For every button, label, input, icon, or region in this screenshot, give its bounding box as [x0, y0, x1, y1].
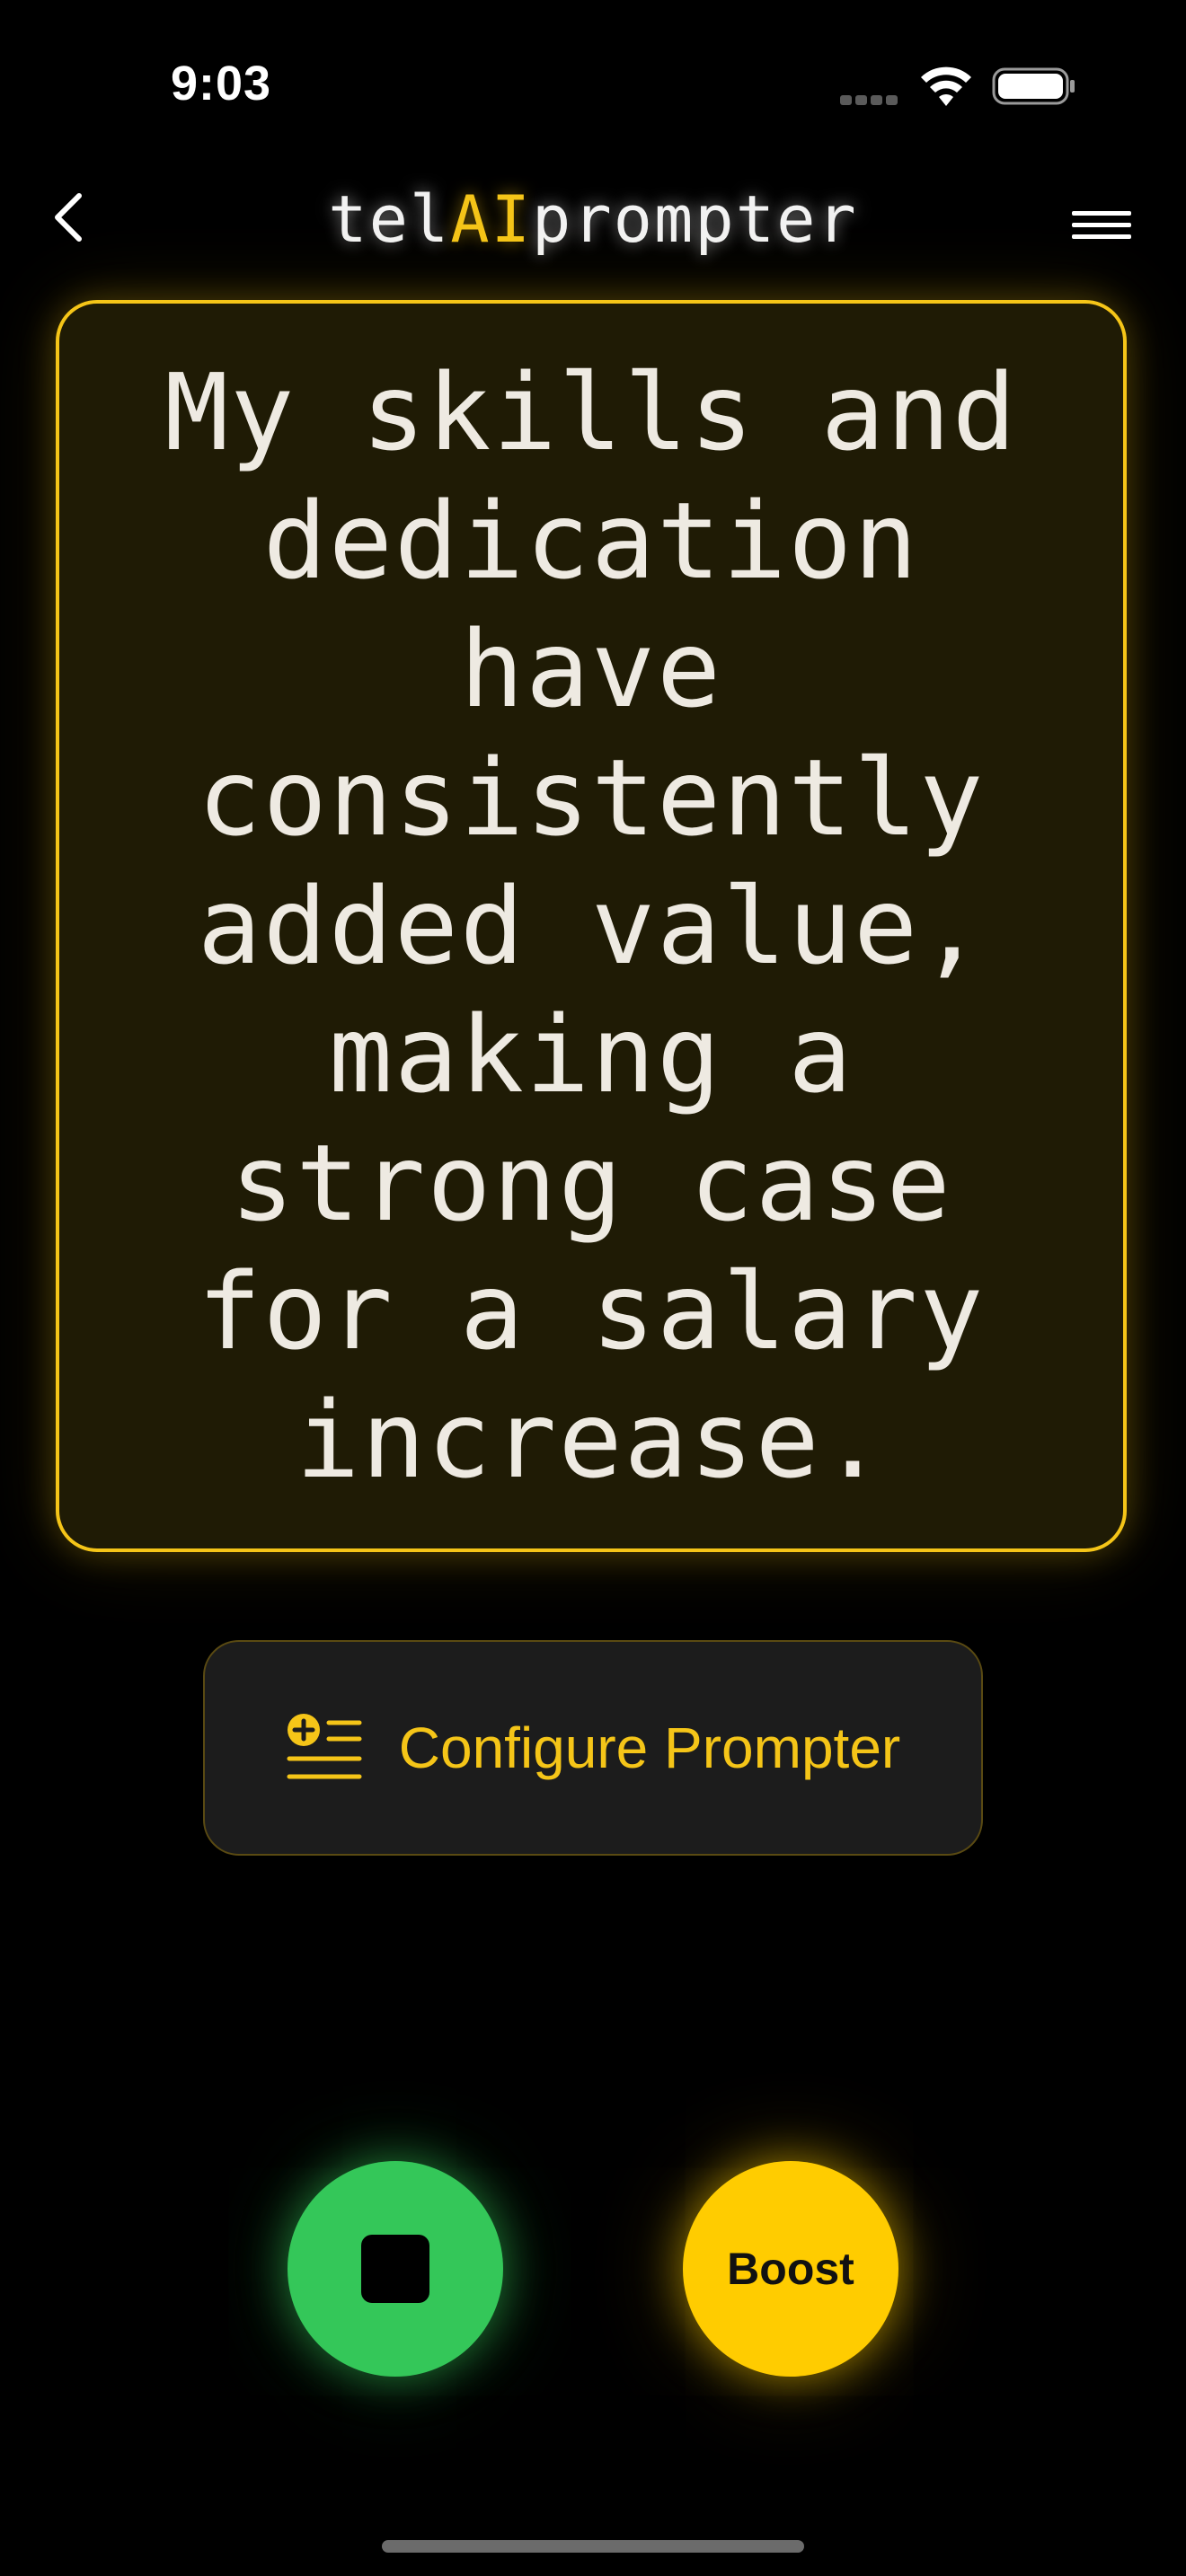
nav-bar: telAIprompter: [0, 171, 1186, 269]
signal-dots-icon: [840, 93, 903, 105]
boost-button[interactable]: Boost: [683, 2161, 898, 2377]
wifi-icon: [921, 66, 971, 106]
configure-prompter-button[interactable]: Configure Prompter: [203, 1640, 983, 1856]
prompter-text: My skills and dedication have consistent…: [164, 349, 1018, 1502]
hamburger-menu-icon[interactable]: [1066, 198, 1137, 251]
prompter-panel: My skills and dedication have consistent…: [56, 300, 1127, 1552]
app-title: telAIprompter: [0, 181, 1186, 257]
status-time: 9:03: [171, 57, 272, 110]
status-bar: 9:03: [0, 0, 1186, 162]
boost-label: Boost: [727, 2244, 854, 2294]
stop-button[interactable]: [288, 2161, 503, 2377]
app-title-suffix: prompter: [531, 181, 858, 257]
battery-icon: [992, 67, 1075, 105]
home-indicator[interactable]: [382, 2540, 804, 2553]
list-add-icon: [287, 1714, 362, 1779]
app-title-accent: AI: [450, 181, 532, 257]
app-title-prefix: tel: [328, 181, 451, 257]
stop-icon: [361, 2235, 429, 2303]
configure-prompter-label: Configure Prompter: [398, 1716, 901, 1780]
